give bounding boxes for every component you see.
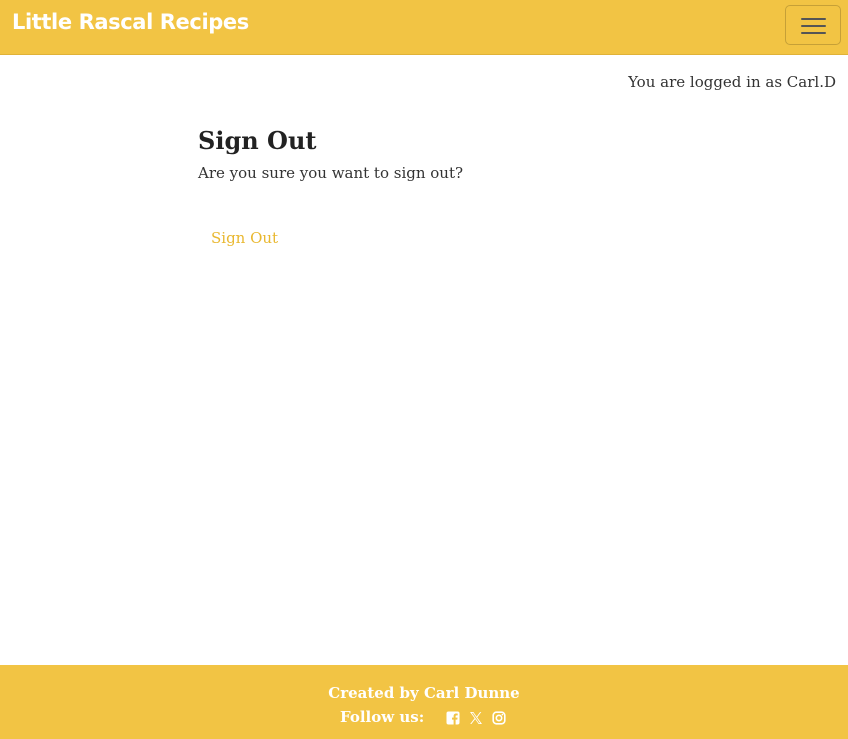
follow-row: Follow us: (0, 708, 848, 726)
menu-toggle-button[interactable] (785, 5, 841, 45)
signout-confirmation-text: Are you sure you want to sign out? (198, 164, 464, 182)
footer-credit: Created by Carl Dunne (328, 684, 520, 702)
page-title: Sign Out (198, 126, 317, 155)
signout-button[interactable]: Sign Out (198, 225, 291, 251)
instagram-icon[interactable] (492, 711, 506, 725)
signout-panel: Sign Out Are you sure you want to sign o… (198, 126, 464, 247)
footer: Created by Carl Dunne Follow us: (0, 665, 848, 739)
x-twitter-icon[interactable] (469, 711, 483, 725)
brand-logo[interactable]: Little Rascal Recipes (12, 10, 249, 34)
follow-label: Follow us: (340, 708, 425, 726)
logged-in-status: You are logged in as Carl.D (628, 73, 836, 91)
hamburger-menu-icon (801, 17, 826, 35)
navbar: Little Rascal Recipes (0, 0, 848, 55)
facebook-icon[interactable] (446, 711, 460, 725)
